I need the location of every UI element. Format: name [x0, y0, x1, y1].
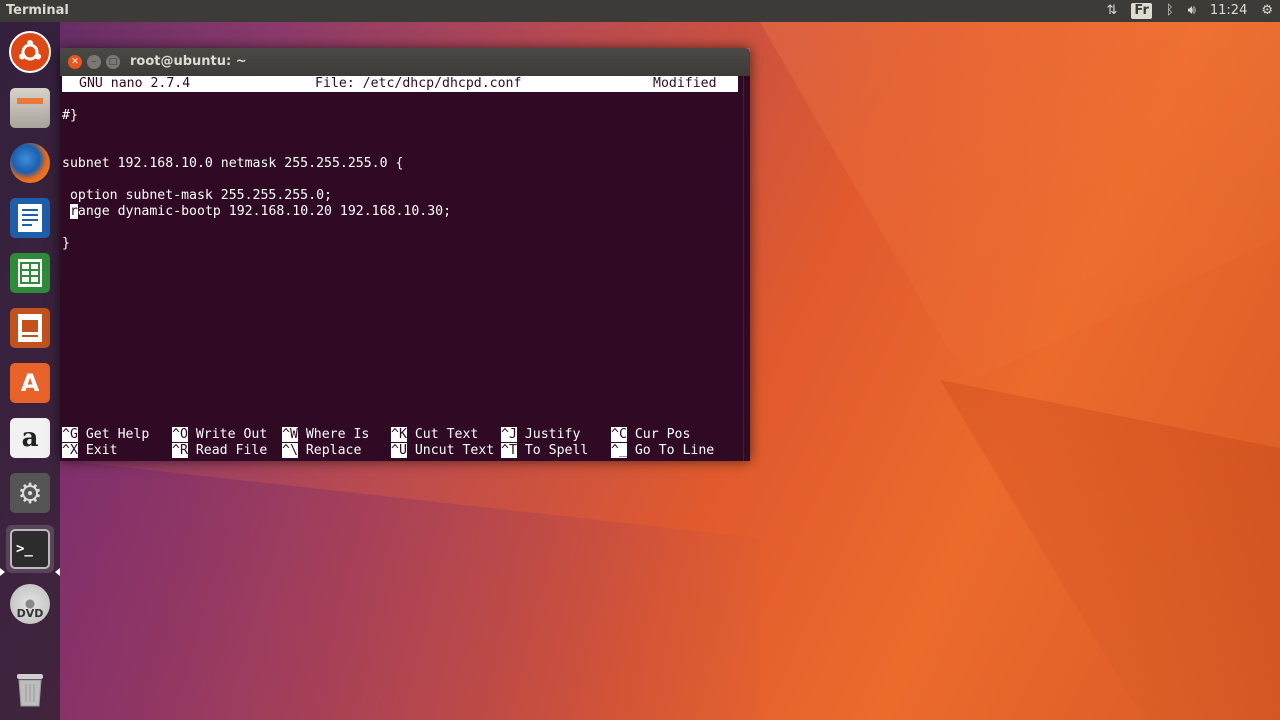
shortcut-label: Uncut Text	[414, 443, 495, 458]
terminal-window[interactable]: ✕ – □ root@ubuntu: ~ GNU nano 2.7.4 File…	[60, 48, 750, 461]
launcher-settings-button[interactable]: ⚙	[6, 469, 54, 517]
launcher-writer-button[interactable]	[6, 194, 54, 242]
shortcut-key: ^O	[172, 427, 188, 442]
shortcut-label: Write Out	[195, 427, 268, 442]
editor-line[interactable]: #}	[62, 108, 78, 124]
ubuntu-logo-icon	[9, 31, 51, 73]
shortcut-write-out[interactable]: ^O Write Out	[172, 427, 267, 443]
shortcut-key: ^R	[172, 443, 188, 458]
shortcut-key: ^_	[611, 443, 627, 458]
shortcut-go-to-line[interactable]: ^_ Go To Line	[611, 443, 714, 459]
shortcut-key: ^X	[62, 443, 78, 458]
nano-version: GNU nano 2.7.4	[79, 76, 191, 91]
firefox-icon	[10, 143, 50, 183]
trash-icon	[10, 670, 50, 710]
shortcut-label: Where Is	[305, 427, 370, 442]
shortcut-key: ^J	[501, 427, 517, 442]
focused-indicator	[55, 568, 60, 576]
network-icon[interactable]: ⇅	[1106, 0, 1117, 22]
launcher-calc-button[interactable]	[6, 249, 54, 297]
wallpaper-facet	[60, 460, 760, 720]
keyboard-layout-indicator[interactable]: Fr	[1131, 3, 1152, 19]
editor-line-text: ange dynamic-bootp 192.168.10.20 192.168…	[77, 204, 452, 219]
shortcut-cur-pos[interactable]: ^C Cur Pos	[611, 427, 690, 443]
nano-modified-status: Modified	[653, 76, 717, 91]
amazon-icon: a	[10, 418, 50, 458]
file-cabinet-icon	[10, 88, 50, 128]
shortcut-label: Read File	[195, 443, 268, 458]
launcher-software-button[interactable]: A	[6, 359, 54, 407]
wallpaper-facet	[940, 380, 1280, 720]
system-tray: ⇅ Fr ᛒ 🔊︎ 11:24 ⚙	[1099, 0, 1280, 22]
editor-line[interactable]: }	[62, 236, 70, 252]
shortcut-replace[interactable]: ^\ Replace	[282, 443, 361, 459]
shortcut-exit[interactable]: ^X Exit	[62, 443, 118, 459]
shortcut-where-is[interactable]: ^W Where Is	[282, 427, 369, 443]
shortcut-key: ^C	[611, 427, 627, 442]
nano-header: GNU nano 2.7.4 File: /etc/dhcp/dhcpd.con…	[62, 76, 738, 92]
shortcut-cut-text[interactable]: ^K Cut Text	[391, 427, 478, 443]
shortcut-label: Go To Line	[634, 443, 715, 458]
launcher-terminal-button[interactable]: >_	[6, 525, 54, 573]
shortcut-key: ^G	[62, 427, 78, 442]
launcher-amazon-button[interactable]: a	[6, 414, 54, 462]
bluetooth-icon[interactable]: ᛒ	[1166, 0, 1174, 22]
launcher-firefox-button[interactable]	[6, 139, 54, 187]
shortcut-key: ^T	[501, 443, 517, 458]
running-indicator	[0, 568, 5, 576]
shortcut-read-file[interactable]: ^R Read File	[172, 443, 267, 459]
editor-line[interactable]: option subnet-mask 255.255.255.0;	[62, 188, 332, 204]
window-title: root@ubuntu: ~	[130, 54, 247, 69]
shortcut-label: Exit	[85, 443, 118, 458]
shortcut-to-spell[interactable]: ^T To Spell	[501, 443, 588, 459]
gear-icon[interactable]: ⚙	[1261, 0, 1273, 22]
terminal-scrollbar[interactable]	[743, 76, 750, 461]
terminal-icon: >_	[10, 529, 50, 569]
launcher-files-button[interactable]	[6, 84, 54, 132]
clock[interactable]: 11:24	[1210, 0, 1247, 22]
close-icon[interactable]: ✕	[68, 55, 82, 69]
shortcut-uncut-text[interactable]: ^U Uncut Text	[391, 443, 494, 459]
shortcut-key: ^U	[391, 443, 407, 458]
shortcut-key: ^\	[282, 443, 298, 458]
dvd-icon: DVD	[10, 584, 50, 624]
minimize-icon[interactable]: –	[87, 55, 101, 69]
shortcut-label: Get Help	[85, 427, 150, 442]
shortcut-label: Cur Pos	[634, 427, 691, 442]
shortcut-label: To Spell	[524, 443, 589, 458]
shopping-bag-icon: A	[10, 363, 50, 403]
launcher-dvd-button[interactable]: DVD	[6, 580, 54, 628]
shortcut-key: ^K	[391, 427, 407, 442]
terminal-body[interactable]: GNU nano 2.7.4 File: /etc/dhcp/dhcpd.con…	[60, 76, 750, 461]
shortcut-label: Replace	[305, 443, 362, 458]
presentation-icon	[10, 308, 50, 348]
shortcut-label: Cut Text	[414, 427, 479, 442]
nano-filename: File: /etc/dhcp/dhcpd.conf	[315, 76, 522, 91]
launcher: A a ⚙ >_ DVD	[0, 22, 60, 720]
shortcut-get-help[interactable]: ^G Get Help	[62, 427, 149, 443]
maximize-icon[interactable]: □	[106, 55, 120, 69]
text-cursor: r	[69, 204, 78, 219]
shortcut-justify[interactable]: ^J Justify	[501, 427, 580, 443]
editor-line[interactable]: subnet 192.168.10.0 netmask 255.255.255.…	[62, 156, 403, 172]
shortcut-key: ^W	[282, 427, 298, 442]
launcher-impress-button[interactable]	[6, 304, 54, 352]
writer-document-icon	[10, 198, 50, 238]
window-titlebar[interactable]: ✕ – □ root@ubuntu: ~	[60, 48, 750, 76]
wallpaper-facet	[760, 22, 1280, 382]
volume-icon[interactable]: 🔊︎	[1188, 0, 1196, 22]
top-panel: Terminal ⇅ Fr ᛒ 🔊︎ 11:24 ⚙	[0, 0, 1280, 22]
editor-line-current[interactable]: range dynamic-bootp 192.168.10.20 192.16…	[62, 204, 451, 220]
spreadsheet-icon	[10, 253, 50, 293]
settings-wrench-icon: ⚙	[10, 473, 50, 513]
launcher-dash-button[interactable]	[6, 28, 54, 76]
shortcut-label: Justify	[524, 427, 581, 442]
active-app-title: Terminal	[6, 3, 69, 18]
launcher-trash-button[interactable]	[6, 666, 54, 714]
